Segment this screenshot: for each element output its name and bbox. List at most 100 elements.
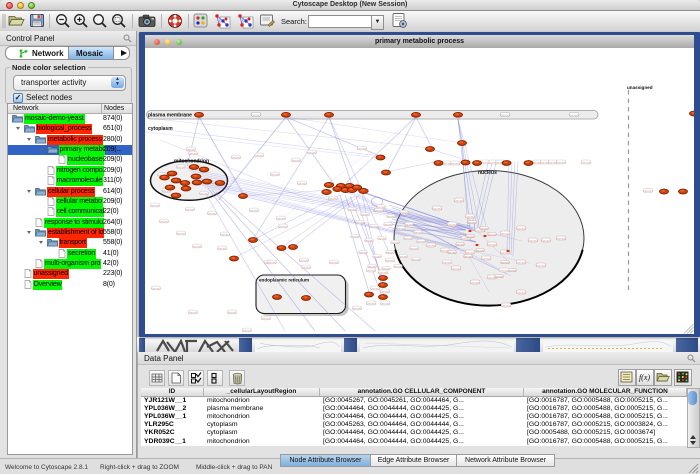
svg-text:(xx-xx): (xx-xx)	[412, 257, 421, 261]
svg-text:(xx-xx): (xx-xx)	[379, 270, 388, 274]
svg-text:(xx-xx): (xx-xx)	[537, 263, 546, 267]
svg-text:(xx-xx): (xx-xx)	[517, 226, 526, 230]
svg-text:(xx-xx): (xx-xx)	[399, 254, 408, 258]
svg-text:(xx-xx): (xx-xx)	[371, 286, 380, 290]
svg-text:(xx-xx): (xx-xx)	[250, 208, 259, 212]
svg-text:(xx-xx): (xx-xx)	[228, 310, 237, 314]
svg-text:(xx-xx): (xx-xx)	[221, 232, 230, 236]
svg-text:(xx-xx): (xx-xx)	[405, 222, 414, 226]
svg-text:(xx-xx): (xx-xx)	[351, 234, 360, 238]
svg-text:(xx-xx): (xx-xx)	[279, 224, 288, 228]
svg-text:(xx-xx): (xx-xx)	[298, 181, 307, 185]
svg-text:(xx-xx): (xx-xx)	[302, 265, 311, 269]
svg-text:unassigned: unassigned	[627, 85, 653, 90]
svg-text:(xx-xx): (xx-xx)	[243, 328, 252, 332]
svg-text:(xx-xx): (xx-xx)	[502, 303, 511, 307]
svg-text:(xx-xx): (xx-xx)	[464, 254, 473, 258]
svg-text:(xx-xx): (xx-xx)	[448, 250, 457, 254]
svg-text:(xx-xx): (xx-xx)	[151, 203, 160, 207]
svg-text:(xx-xx): (xx-xx)	[373, 254, 382, 258]
svg-text:(xx-xx): (xx-xx)	[517, 290, 526, 294]
svg-text:(xx-xx): (xx-xx)	[370, 224, 379, 228]
svg-text:(xx-xx): (xx-xx)	[443, 260, 452, 264]
svg-text:plasma membrane: plasma membrane	[148, 113, 192, 119]
svg-text:(xx-xx): (xx-xx)	[414, 230, 423, 234]
svg-text:(xx-xx): (xx-xx)	[367, 301, 376, 305]
svg-text:(xx-xx): (xx-xx)	[488, 242, 497, 246]
svg-text:(xx-xx): (xx-xx)	[644, 189, 653, 193]
svg-text:(xx-xx): (xx-xx)	[456, 242, 465, 246]
svg-text:(xx-xx): (xx-xx)	[232, 155, 241, 159]
svg-text:(xx-xx): (xx-xx)	[268, 260, 277, 264]
svg-text:(xx-xx): (xx-xx)	[378, 236, 387, 240]
svg-text:(xx-xx): (xx-xx)	[292, 158, 301, 162]
svg-text:(xx-xx): (xx-xx)	[330, 260, 339, 264]
svg-text:(xx-xx): (xx-xx)	[262, 316, 271, 320]
svg-text:(xx-xx): (xx-xx)	[381, 301, 390, 305]
svg-text:(xx-xx): (xx-xx)	[529, 238, 538, 242]
svg-text:(xx-xx): (xx-xx)	[271, 172, 280, 176]
svg-text:(xx-xx): (xx-xx)	[252, 113, 261, 117]
svg-text:(xx-xx): (xx-xx)	[152, 286, 161, 290]
svg-text:(xx-xx): (xx-xx)	[466, 234, 475, 238]
svg-text:(xx-xx): (xx-xx)	[359, 250, 368, 254]
svg-text:(xx-xx): (xx-xx)	[329, 196, 338, 200]
svg-text:(xx-xx): (xx-xx)	[517, 260, 526, 264]
svg-text:(xx-xx): (xx-xx)	[208, 211, 217, 215]
svg-text:(xx-xx): (xx-xx)	[358, 146, 367, 150]
svg-text:(xx-xx): (xx-xx)	[455, 198, 464, 202]
svg-text:(xx-xx): (xx-xx)	[365, 238, 374, 242]
svg-text:(xx-xx): (xx-xx)	[381, 289, 390, 293]
svg-text:(xx-xx): (xx-xx)	[189, 151, 198, 155]
svg-text:(xx-xx): (xx-xx)	[386, 258, 395, 262]
svg-text:(xx-xx): (xx-xx)	[300, 258, 309, 262]
svg-text:(xx-xx): (xx-xx)	[480, 226, 489, 230]
svg-text:(xx-xx): (xx-xx)	[410, 246, 419, 250]
svg-text:(xx-xx): (xx-xx)	[501, 231, 510, 235]
svg-text:(xx-xx): (xx-xx)	[177, 165, 186, 169]
svg-text:(xx-xx): (xx-xx)	[433, 206, 442, 210]
svg-text:(xx-xx): (xx-xx)	[427, 243, 436, 247]
svg-text:(xx-xx): (xx-xx)	[542, 238, 551, 242]
svg-text:(xx-xx): (xx-xx)	[186, 207, 195, 211]
svg-text:(xx-xx): (xx-xx)	[218, 246, 227, 250]
svg-text:(xx-xx): (xx-xx)	[384, 222, 393, 226]
svg-text:(xx-xx): (xx-xx)	[501, 260, 510, 264]
svg-text:(xx-xx): (xx-xx)	[386, 250, 395, 254]
svg-text:(xx-xx): (xx-xx)	[557, 236, 566, 240]
svg-text:(xx-xx): (xx-xx)	[160, 219, 169, 223]
svg-text:(xx-xx): (xx-xx)	[476, 248, 485, 252]
svg-text:(xx-xx): (xx-xx)	[451, 161, 460, 165]
svg-text:(xx-xx): (xx-xx)	[404, 236, 413, 240]
svg-text:endoplasmic reticulum: endoplasmic reticulum	[259, 278, 309, 283]
svg-text:mitochondrion: mitochondrion	[174, 159, 209, 165]
svg-text:(xx-xx): (xx-xx)	[255, 153, 264, 157]
svg-text:(xx-xx): (xx-xx)	[557, 160, 566, 164]
svg-text:(xx-xx): (xx-xx)	[468, 220, 477, 224]
svg-text:(xx-xx): (xx-xx)	[495, 274, 504, 278]
svg-text:(xx-xx): (xx-xx)	[391, 240, 400, 244]
svg-text:(xx-xx): (xx-xx)	[482, 256, 491, 260]
svg-text:(xx-xx): (xx-xx)	[353, 306, 362, 310]
svg-text:(xx-xx): (xx-xx)	[193, 244, 202, 248]
svg-text:(xx-xx): (xx-xx)	[452, 266, 461, 270]
svg-text:(xx-xx): (xx-xx)	[177, 231, 186, 235]
svg-text:(xx-xx): (xx-xx)	[400, 210, 409, 214]
svg-text:(xx-xx): (xx-xx)	[361, 212, 370, 216]
svg-text:(xx-xx): (xx-xx)	[348, 207, 357, 211]
svg-text:(xx-xx): (xx-xx)	[471, 280, 480, 284]
svg-text:(xx-xx): (xx-xx)	[356, 220, 365, 224]
svg-text:(xx-xx): (xx-xx)	[189, 310, 198, 314]
svg-text:(xx-xx): (xx-xx)	[582, 160, 591, 164]
svg-text:(xx-xx): (xx-xx)	[200, 191, 209, 195]
svg-text:(xx-xx): (xx-xx)	[375, 208, 384, 212]
svg-text:(xx-xx): (xx-xx)	[417, 239, 426, 243]
svg-text:(xx-xx): (xx-xx)	[501, 113, 510, 117]
svg-text:(xx-xx): (xx-xx)	[397, 226, 406, 230]
svg-text:(xx-xx): (xx-xx)	[570, 113, 579, 117]
svg-text:(xx-xx): (xx-xx)	[488, 232, 497, 236]
svg-text:(xx-xx): (xx-xx)	[394, 264, 403, 268]
svg-text:(xx-xx): (xx-xx)	[500, 268, 509, 272]
svg-text:(xx-xx): (xx-xx)	[367, 268, 376, 272]
svg-text:(xx-xx): (xx-xx)	[277, 216, 286, 220]
